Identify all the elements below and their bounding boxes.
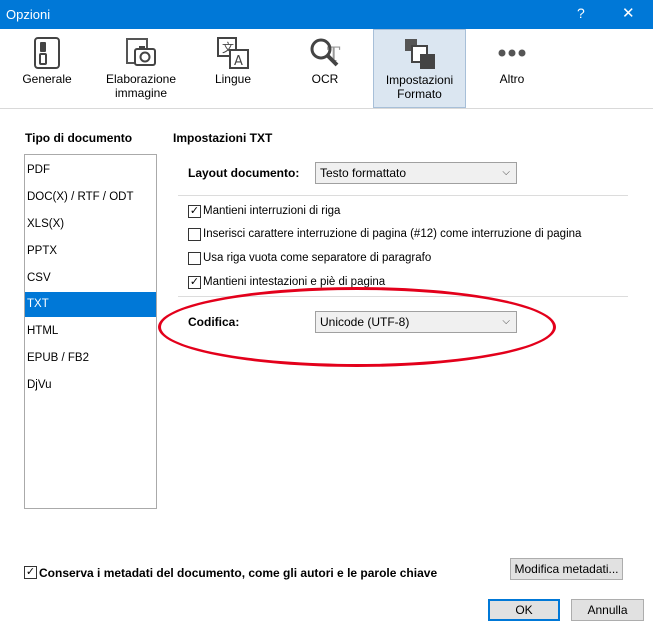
format-settings-icon xyxy=(404,39,435,69)
document-type-list[interactable]: PDF DOC(X) / RTF / ODT XLS(X) PPTX CSV T… xyxy=(24,154,157,509)
title-bar: Opzioni ? ✕ xyxy=(0,0,653,29)
layout-select[interactable]: Testo formattato ⌵ xyxy=(315,162,517,184)
tab-label: Generale xyxy=(22,72,72,86)
tab-lingue[interactable]: 文 A Lingue xyxy=(200,29,266,108)
divider xyxy=(178,195,628,196)
ok-button[interactable]: OK xyxy=(488,599,560,621)
tab-label: OCR xyxy=(311,72,339,86)
checkbox-mantieni-interruzioni[interactable]: ✓ xyxy=(188,205,201,218)
chevron-down-icon: ⌵ xyxy=(502,167,510,178)
tab-impostazioni-formato[interactable]: Impostazioni Formato xyxy=(373,29,466,108)
languages-icon: 文 A xyxy=(217,37,249,69)
general-icon xyxy=(34,37,60,69)
document-type-heading: Tipo di documento xyxy=(25,131,133,145)
close-icon[interactable]: ✕ xyxy=(622,4,635,22)
tab-elaborazione-immagine[interactable]: Elaborazione immagine xyxy=(98,29,184,108)
tab-label: Lingue xyxy=(214,72,252,86)
list-item-pdf[interactable]: PDF xyxy=(25,158,156,183)
checkbox-inserisci-carattere[interactable] xyxy=(188,228,201,241)
checkbox-mantieni-intestazioni[interactable]: ✓ xyxy=(188,276,201,289)
tab-label: Altro xyxy=(499,72,525,86)
options-toolbar: Generale Elaborazione immagine 文 A Lingu… xyxy=(0,29,653,109)
ocr-icon: T xyxy=(310,38,341,67)
edit-metadata-button[interactable]: Modifica metadati... xyxy=(510,558,623,580)
tab-label: Elaborazione immagine xyxy=(105,72,177,100)
txt-settings-heading: Impostazioni TXT xyxy=(173,131,273,145)
tab-label: Impostazioni Formato xyxy=(385,73,454,101)
window-title: Opzioni xyxy=(6,7,51,22)
checkbox-usa-riga-vuota[interactable] xyxy=(188,252,201,265)
list-item-xls[interactable]: XLS(X) xyxy=(25,212,156,237)
layout-value: Testo formattato xyxy=(320,166,407,180)
list-item-csv[interactable]: CSV xyxy=(25,266,156,291)
annotation-ellipse xyxy=(158,287,556,367)
metadata-label: Conserva i metadati del documento, come … xyxy=(39,566,438,580)
list-item-pptx[interactable]: PPTX xyxy=(25,239,156,264)
layout-label: Layout documento: xyxy=(188,166,300,180)
image-processing-icon xyxy=(126,38,156,66)
tab-ocr[interactable]: T OCR xyxy=(292,29,358,108)
checkbox-label: Usa riga vuota come separatore di paragr… xyxy=(203,252,432,264)
list-item-doc[interactable]: DOC(X) / RTF / ODT xyxy=(25,185,156,210)
metadata-checkbox[interactable]: ✓ xyxy=(24,566,37,579)
tab-generale[interactable]: Generale xyxy=(10,29,84,108)
list-item-epub[interactable]: EPUB / FB2 xyxy=(25,346,156,371)
more-icon xyxy=(498,49,526,57)
cancel-button[interactable]: Annulla xyxy=(571,599,644,621)
list-item-djvu[interactable]: DjVu xyxy=(25,373,156,398)
help-icon[interactable]: ? xyxy=(577,5,585,21)
list-item-txt[interactable]: TXT xyxy=(25,292,156,317)
checkbox-label: Inserisci carattere interruzione di pagi… xyxy=(203,228,582,240)
tab-altro[interactable]: Altro xyxy=(480,29,544,108)
list-item-html[interactable]: HTML xyxy=(25,319,156,344)
checkbox-label: Mantieni interruzioni di riga xyxy=(203,205,341,217)
svg-text:A: A xyxy=(234,54,243,69)
